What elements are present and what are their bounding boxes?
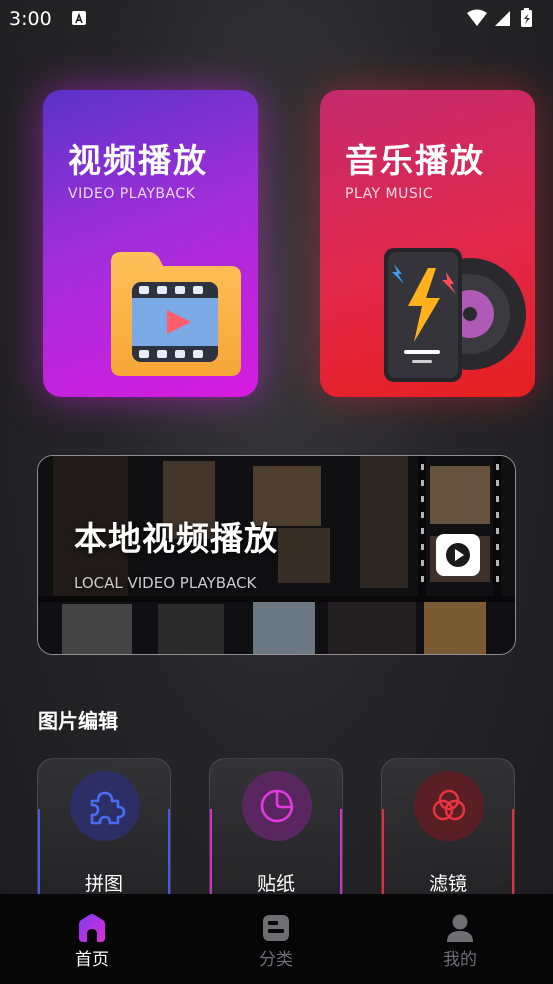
nav-label-category: 分类 bbox=[259, 950, 293, 970]
puzzle-icon bbox=[70, 771, 140, 841]
nav-item-home[interactable]: 首页 bbox=[0, 894, 184, 984]
puzzle-label: 拼图 bbox=[84, 873, 123, 895]
banner-subtitle: LOCAL VIDEO PLAYBACK bbox=[74, 574, 257, 592]
music-device-icon bbox=[384, 248, 526, 382]
status-bar: 3:00 bbox=[0, 0, 553, 38]
local-video-banner[interactable]: 本地视频播放 LOCAL VIDEO PLAYBACK bbox=[37, 455, 516, 655]
filter-label: 滤镜 bbox=[428, 873, 467, 895]
filter-icon bbox=[414, 771, 484, 841]
filter-card[interactable]: 滤镜 bbox=[381, 758, 515, 908]
video-folder-icon bbox=[111, 252, 241, 376]
category-icon bbox=[263, 915, 289, 941]
video-tile-title: 视频播放 bbox=[68, 141, 208, 180]
banner-title: 本地视频播放 bbox=[74, 519, 278, 558]
status-icons bbox=[467, 8, 532, 27]
sticker-card[interactable]: 贴纸 bbox=[209, 758, 343, 908]
nav-item-category[interactable]: 分类 bbox=[184, 894, 368, 984]
signal-icon bbox=[495, 11, 510, 26]
play-button-icon[interactable] bbox=[436, 534, 480, 576]
music-tile-subtitle: PLAY MUSIC bbox=[345, 186, 434, 202]
sticker-label: 贴纸 bbox=[256, 873, 295, 895]
notification-a-icon bbox=[72, 11, 86, 25]
puzzle-card[interactable]: 拼图 bbox=[37, 758, 171, 908]
video-playback-tile[interactable]: 视频播放 VIDEO PLAYBACK bbox=[43, 90, 258, 397]
video-tile-subtitle: VIDEO PLAYBACK bbox=[68, 186, 196, 202]
music-playback-tile[interactable]: 音乐播放 PLAY MUSIC bbox=[320, 90, 535, 397]
sticker-icon bbox=[242, 771, 312, 841]
image-edit-section-title: 图片编辑 bbox=[38, 709, 118, 733]
status-time: 3:00 bbox=[9, 8, 52, 30]
nav-item-profile[interactable]: 我的 bbox=[368, 894, 552, 984]
nav-label-profile: 我的 bbox=[443, 950, 477, 970]
wifi-icon bbox=[467, 9, 487, 26]
app-screen: 3:00 视频播放 VIDEO PLAYBACK 音乐播放 PLAY MUSIC… bbox=[0, 0, 553, 984]
music-tile-title: 音乐播放 bbox=[345, 141, 485, 180]
home-icon bbox=[79, 914, 105, 942]
nav-label-home: 首页 bbox=[75, 950, 109, 970]
bottom-nav: 首页 分类 我的 bbox=[0, 894, 553, 984]
profile-icon bbox=[447, 914, 473, 942]
